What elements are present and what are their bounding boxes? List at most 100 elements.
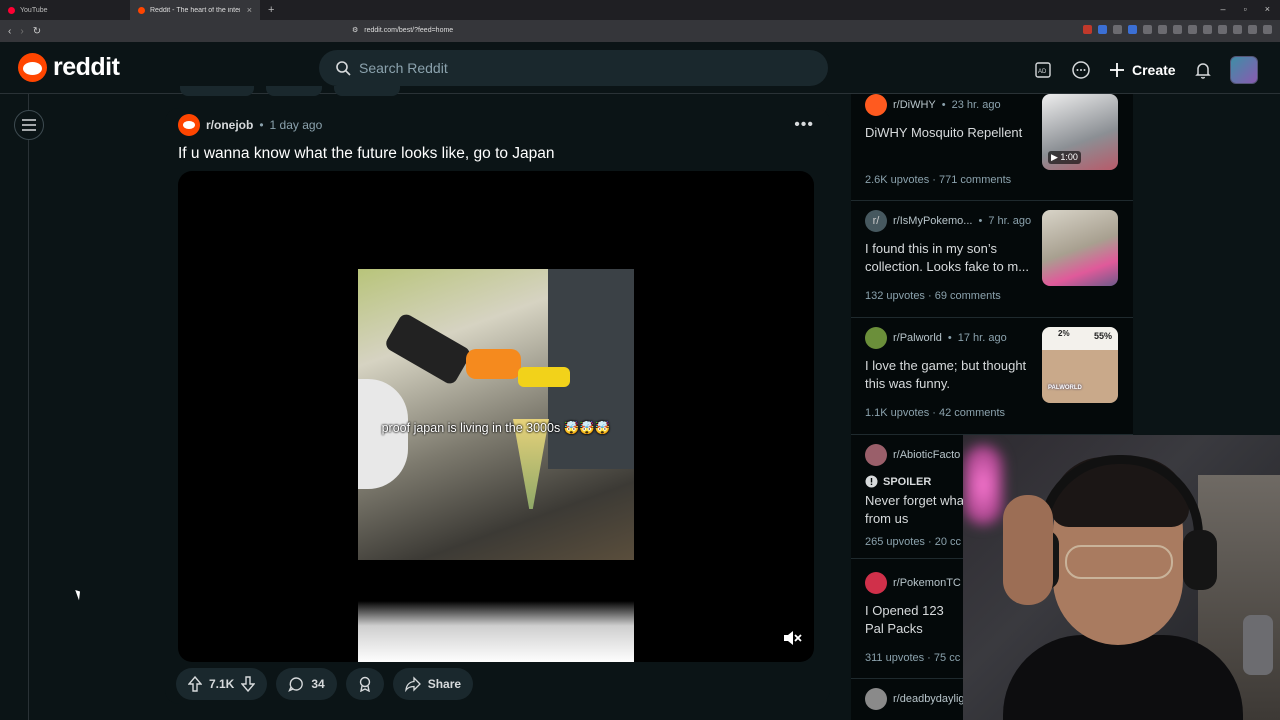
recent-post-title[interactable]: I love the game; but thought this was fu… — [865, 357, 1035, 393]
subreddit-avatar-icon — [865, 444, 887, 466]
subreddit-avatar-icon[interactable] — [178, 114, 200, 136]
menu-toggle-button[interactable] — [14, 110, 44, 140]
alert-icon — [865, 475, 878, 488]
forward-icon[interactable]: › — [20, 26, 23, 37]
upvote-icon[interactable] — [188, 676, 202, 692]
recent-post-card[interactable]: r/Palworld • 17 hr. ago I love the game;… — [865, 327, 1125, 419]
tab-title: YouTube — [20, 6, 48, 14]
post-thumbnail[interactable]: 2% 55% PALWORLD — [1042, 327, 1118, 403]
upvote-count: 1.1K upvotes — [865, 407, 930, 419]
recent-post-card[interactable]: r/ r/IsMyPokemo... • 7 hr. ago I found t… — [865, 210, 1125, 302]
tab-reddit[interactable]: Reddit - The heart of the intern × — [130, 0, 260, 20]
recent-post-card[interactable]: r/DiWHY • 23 hr. ago DiWHY Mosquito Repe… — [865, 94, 1125, 186]
notifications-bell-icon[interactable] — [1192, 59, 1214, 81]
thumb-logo-text: PALWORLD — [1048, 385, 1082, 391]
share-button[interactable]: Share — [392, 668, 474, 700]
card-divider — [851, 317, 1133, 318]
video-player[interactable]: proof japan is living in the 3000s 🤯🤯🤯 — [178, 171, 814, 662]
subreddit-avatar-icon — [865, 688, 887, 710]
recent-post-title[interactable]: I found this in my son’s collection. Loo… — [865, 240, 1035, 276]
downvote-icon[interactable] — [241, 676, 256, 692]
create-label: Create — [1132, 62, 1176, 78]
search-input[interactable]: Search Reddit — [319, 50, 828, 86]
video-duration-badge: ▶ 1:00 — [1048, 151, 1081, 164]
extension-icon[interactable] — [1203, 25, 1212, 34]
post-thumbnail[interactable] — [1042, 210, 1118, 286]
subreddit-avatar-icon — [865, 572, 887, 594]
post-title[interactable]: If u wanna know what the future looks li… — [178, 145, 555, 163]
recent-post-title[interactable]: DiWHY Mosquito Repellent — [865, 124, 1035, 142]
search-icon — [336, 61, 351, 76]
recent-post-title[interactable]: Never forget wha from us — [865, 492, 965, 528]
new-tab-icon[interactable]: + — [268, 4, 274, 16]
youtube-favicon-icon — [8, 6, 15, 14]
mouse-cursor-icon — [75, 588, 83, 601]
reload-icon[interactable]: ↻ — [33, 26, 41, 37]
webcam-overlay — [963, 435, 1280, 720]
comments-button[interactable]: 34 — [276, 668, 337, 700]
menu-icon[interactable] — [1263, 25, 1272, 34]
extension-icon[interactable] — [1188, 25, 1197, 34]
minimize-icon[interactable]: – — [1221, 4, 1226, 14]
user-avatar[interactable] — [1229, 56, 1258, 84]
subreddit-link[interactable]: r/onejob — [206, 118, 253, 132]
extension-icon[interactable] — [1083, 25, 1092, 34]
upvote-count: 132 upvotes — [865, 290, 925, 302]
close-tab-icon[interactable]: × — [247, 5, 252, 15]
more-options-icon[interactable]: ••• — [794, 116, 814, 134]
post-card[interactable]: r/onejob • 1 day ago ••• If u wanna know… — [165, 108, 830, 704]
mute-icon[interactable] — [782, 628, 802, 648]
video-bottom-blur — [358, 601, 634, 662]
post-time: 1 day ago — [269, 118, 323, 132]
search-placeholder: Search Reddit — [359, 60, 448, 76]
extension-icon[interactable] — [1158, 25, 1167, 34]
upvote-count: 2.6K upvotes — [865, 174, 930, 186]
recent-post-title[interactable]: I Opened 123 Pal Packs — [865, 602, 965, 638]
reddit-logo[interactable]: reddit — [18, 53, 120, 82]
extension-icon[interactable] — [1098, 25, 1107, 34]
extension-icon[interactable] — [1173, 25, 1182, 34]
post-stats: 132 upvotes · 69 comments — [865, 290, 1001, 302]
post-stats: 265 upvotes · 20 cc — [865, 536, 962, 548]
close-window-icon[interactable]: × — [1265, 4, 1270, 14]
award-icon — [359, 676, 370, 692]
post-actions: 7.1K 34 Share — [176, 668, 474, 700]
extension-icon[interactable] — [1143, 25, 1152, 34]
post-stats: 2.6K upvotes · 771 comments — [865, 174, 1012, 186]
tab-youtube[interactable]: YouTube — [0, 0, 130, 20]
subreddit-link[interactable]: r/DiWHY — [893, 99, 936, 111]
subreddit-link[interactable]: r/Palworld — [893, 332, 942, 344]
left-rail-divider — [28, 94, 29, 720]
post-stats: 311 upvotes · 75 cc — [865, 652, 961, 664]
post-stats: 1.1K upvotes · 42 comments — [865, 407, 1006, 419]
subreddit-link[interactable]: r/PokemonTC — [893, 577, 961, 589]
subreddit-link[interactable]: r/deadbydaylig — [893, 693, 965, 705]
extension-icon[interactable] — [1233, 25, 1242, 34]
extension-icon[interactable] — [1113, 25, 1122, 34]
subreddit-avatar-icon: r/ — [865, 210, 887, 232]
post-thumbnail[interactable]: ▶ 1:00 — [1042, 94, 1118, 170]
extension-icon[interactable] — [1128, 25, 1137, 34]
back-icon[interactable]: ‹ — [8, 26, 11, 37]
svg-text:AD: AD — [1038, 69, 1047, 75]
subreddit-link[interactable]: r/IsMyPokemo... — [893, 215, 972, 227]
site-info-icon[interactable]: ⚙ — [352, 26, 358, 34]
upvote-count: 311 upvotes — [865, 652, 925, 664]
extension-icon[interactable] — [1248, 25, 1257, 34]
post-time: 17 hr. ago — [957, 332, 1007, 344]
post-meta: r/onejob • 1 day ago — [178, 114, 322, 136]
post-time: 7 hr. ago — [988, 215, 1032, 227]
maximize-icon[interactable]: ▫ — [1244, 4, 1247, 14]
create-button[interactable]: Create — [1108, 61, 1176, 79]
extension-icon[interactable] — [1218, 25, 1227, 34]
tab-title: Reddit - The heart of the intern — [150, 6, 240, 14]
card-divider — [851, 200, 1133, 201]
extension-icons — [1083, 25, 1272, 34]
subreddit-link[interactable]: r/AbioticFacto — [893, 449, 960, 461]
browser-tab-bar: YouTube Reddit - The heart of the intern… — [0, 0, 1280, 20]
chat-icon[interactable] — [1070, 59, 1092, 81]
post-time: 23 hr. ago — [951, 99, 1001, 111]
url-field[interactable]: ⚙ reddit.com/best/?feed=home — [352, 26, 453, 35]
award-button[interactable] — [345, 668, 384, 700]
advertise-icon[interactable]: AD — [1032, 59, 1054, 81]
